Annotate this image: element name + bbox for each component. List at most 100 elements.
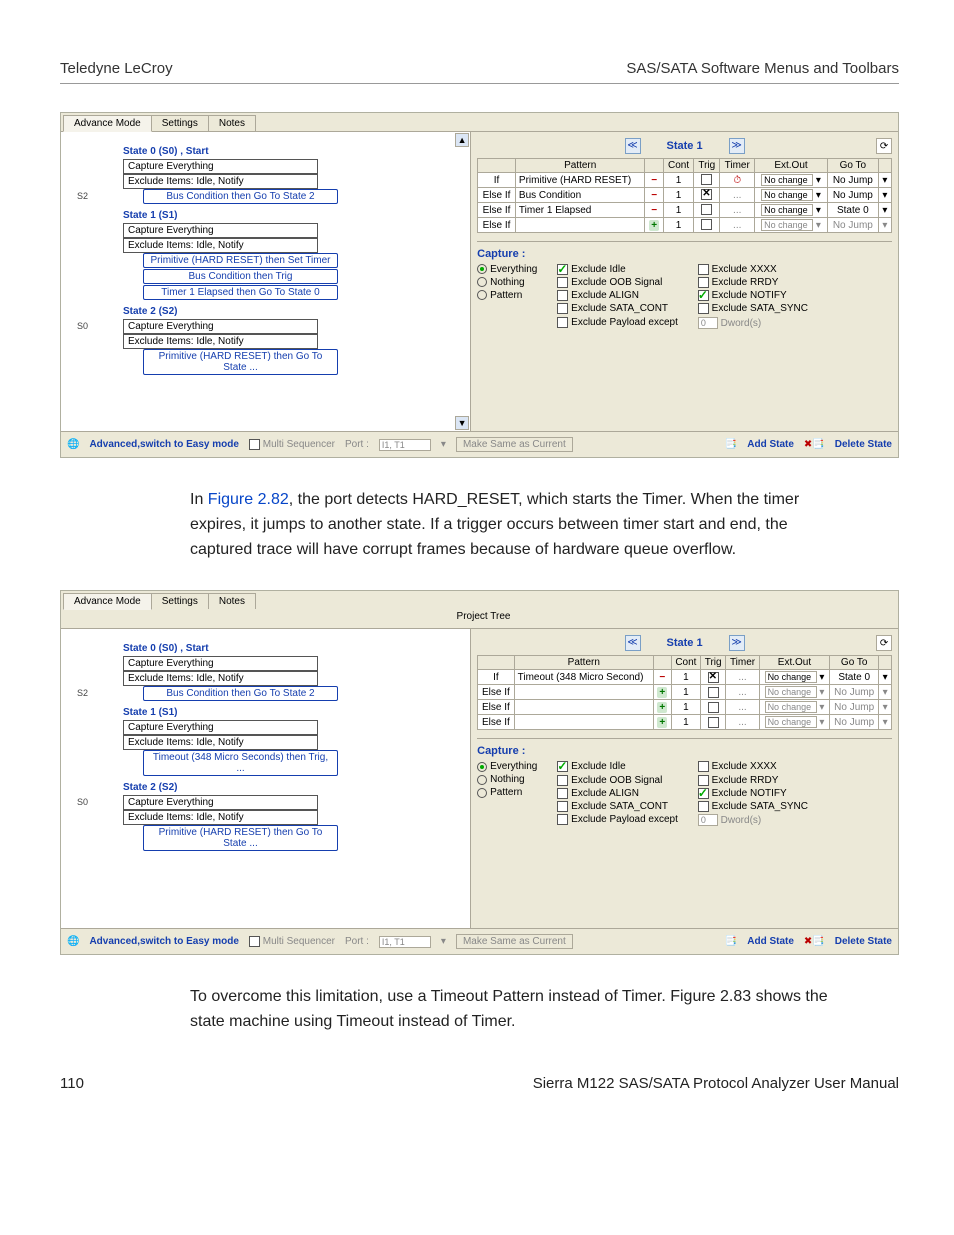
exclude-oob-checkbox-2[interactable]: [557, 775, 568, 786]
tab-notes[interactable]: Notes: [208, 115, 256, 131]
capture-pattern-radio-2[interactable]: [477, 788, 487, 798]
scroll-up-icon[interactable]: ▲: [455, 133, 469, 147]
exclude-notify-checkbox[interactable]: [698, 290, 709, 301]
scroll-down-icon[interactable]: ▼: [455, 416, 469, 430]
state-2-capture-2[interactable]: Capture Everything: [123, 795, 318, 810]
switch-mode-link[interactable]: Advanced,switch to Easy mode: [89, 439, 239, 450]
exclude-xxxx-checkbox[interactable]: [698, 264, 709, 275]
add-icon[interactable]: +: [657, 717, 667, 728]
trig-checkbox[interactable]: [701, 174, 712, 185]
next-state-button[interactable]: ≫: [729, 138, 745, 154]
exclude-satacont-checkbox[interactable]: [557, 303, 568, 314]
add-state-link-2[interactable]: Add State: [747, 936, 794, 947]
tab-advance-mode-2[interactable]: Advance Mode: [63, 593, 152, 610]
extout-select[interactable]: No change: [761, 174, 813, 186]
remove-icon[interactable]: −: [651, 190, 657, 201]
exclude-payload-checkbox[interactable]: [557, 317, 568, 328]
table-row[interactable]: Else If + 1 ... No change ▾ No Jump▾: [478, 685, 892, 700]
exclude-payload-checkbox-2[interactable]: [557, 814, 568, 825]
remove-icon[interactable]: −: [651, 175, 657, 186]
table-row[interactable]: If Timeout (348 Micro Second) − 1 ... No…: [478, 670, 892, 685]
state-2-exclude-2[interactable]: Exclude Items: Idle, Notify: [123, 810, 318, 825]
trig-checkbox[interactable]: [708, 702, 719, 713]
port-select-2[interactable]: I1, T1: [379, 936, 431, 948]
add-icon[interactable]: +: [657, 687, 667, 698]
state-1-capture-2[interactable]: Capture Everything: [123, 720, 318, 735]
table-row[interactable]: If Primitive (HARD RESET) − 1 ⏱ No chang…: [478, 173, 892, 188]
multi-sequencer-checkbox-2[interactable]: [249, 936, 260, 947]
state-0-capture-2[interactable]: Capture Everything: [123, 656, 318, 671]
state-0-exclude[interactable]: Exclude Items: Idle, Notify: [123, 174, 318, 189]
switch-mode-link-2[interactable]: Advanced,switch to Easy mode: [89, 936, 239, 947]
table-row[interactable]: Else If + 1 ... No change ▾ No Jump▾: [478, 218, 892, 233]
tab-settings[interactable]: Settings: [151, 115, 209, 131]
trig-checkbox[interactable]: [701, 219, 712, 230]
delete-state-link[interactable]: Delete State: [835, 439, 892, 450]
refresh-icon-2[interactable]: ⟳: [876, 635, 892, 651]
trig-checkbox[interactable]: [708, 717, 719, 728]
state-2-capture[interactable]: Capture Everything: [123, 319, 318, 334]
next-state-button-2[interactable]: ≫: [729, 635, 745, 651]
table-row[interactable]: Else If + 1 ... No change ▾ No Jump▾: [478, 700, 892, 715]
table-row[interactable]: Else If + 1 ... No change ▾ No Jump▾: [478, 715, 892, 730]
add-icon[interactable]: +: [657, 702, 667, 713]
state-1-action-1-2[interactable]: Timeout (348 Micro Seconds) then Trig, .…: [143, 750, 338, 776]
exclude-align-checkbox[interactable]: [557, 290, 568, 301]
exclude-idle-checkbox-2[interactable]: [557, 761, 568, 772]
state-0-action-1-2[interactable]: Bus Condition then Go To State 2: [143, 686, 338, 701]
state-2-exclude[interactable]: Exclude Items: Idle, Notify: [123, 334, 318, 349]
exclude-rrdy-checkbox-2[interactable]: [698, 775, 709, 786]
exclude-rrdy-checkbox[interactable]: [698, 277, 709, 288]
state-0-exclude-2[interactable]: Exclude Items: Idle, Notify: [123, 671, 318, 686]
trig-checkbox[interactable]: [708, 672, 719, 683]
capture-pattern-radio[interactable]: [477, 290, 487, 300]
exclude-xxxx-checkbox-2[interactable]: [698, 761, 709, 772]
remove-icon[interactable]: −: [659, 672, 665, 683]
timer-set-icon[interactable]: ⏱: [733, 175, 741, 186]
tab-advance-mode[interactable]: Advance Mode: [63, 115, 152, 132]
state-1-capture[interactable]: Capture Everything: [123, 223, 318, 238]
figure-ref-link[interactable]: Figure 2.82: [208, 491, 289, 508]
add-icon[interactable]: +: [649, 220, 659, 231]
exclude-oob-checkbox[interactable]: [557, 277, 568, 288]
refresh-icon[interactable]: ⟳: [876, 138, 892, 154]
exclude-notify-checkbox-2[interactable]: [698, 788, 709, 799]
multi-sequencer-checkbox[interactable]: [249, 439, 260, 450]
state-1-action-1[interactable]: Primitive (HARD RESET) then Set Timer: [143, 253, 338, 268]
exclude-satasync-checkbox-2[interactable]: [698, 801, 709, 812]
tab-settings-2[interactable]: Settings: [151, 593, 209, 609]
state-2-action-1-2[interactable]: Primitive (HARD RESET) then Go To State …: [143, 825, 338, 851]
exclude-idle-checkbox[interactable]: [557, 264, 568, 275]
table-row[interactable]: Else If Timer 1 Elapsed − 1 ... No chang…: [478, 203, 892, 218]
exclude-satacont-checkbox-2[interactable]: [557, 801, 568, 812]
tab-notes-2[interactable]: Notes: [208, 593, 256, 609]
dword-input-2[interactable]: 0: [698, 814, 718, 826]
prev-state-button[interactable]: ≪: [625, 138, 641, 154]
trig-checkbox[interactable]: [708, 687, 719, 698]
capture-everything-radio[interactable]: [477, 264, 487, 274]
state-1-exclude[interactable]: Exclude Items: Idle, Notify: [123, 238, 318, 253]
state-0-capture[interactable]: Capture Everything: [123, 159, 318, 174]
table-row[interactable]: Else If Bus Condition − 1 ... No change …: [478, 188, 892, 203]
state-0-action-1[interactable]: Bus Condition then Go To State 2: [143, 189, 338, 204]
dword-input[interactable]: 0: [698, 317, 718, 329]
add-state-link[interactable]: Add State: [747, 439, 794, 450]
prev-state-button-2[interactable]: ≪: [625, 635, 641, 651]
delete-state-link-2[interactable]: Delete State: [835, 936, 892, 947]
trig-checkbox[interactable]: [701, 204, 712, 215]
extout-select[interactable]: No change: [761, 189, 813, 201]
capture-everything-radio-2[interactable]: [477, 762, 487, 772]
state-2-action-1[interactable]: Primitive (HARD RESET) then Go To State …: [143, 349, 338, 375]
extout-select[interactable]: No change: [765, 671, 817, 683]
exclude-align-checkbox-2[interactable]: [557, 788, 568, 799]
state-1-exclude-2[interactable]: Exclude Items: Idle, Notify: [123, 735, 318, 750]
state-1-action-3[interactable]: Timer 1 Elapsed then Go To State 0: [143, 285, 338, 300]
extout-select[interactable]: No change: [761, 204, 813, 216]
make-same-button-2[interactable]: Make Same as Current: [456, 934, 573, 949]
trig-checkbox[interactable]: [701, 189, 712, 200]
capture-nothing-radio[interactable]: [477, 277, 487, 287]
port-select[interactable]: I1, T1: [379, 439, 431, 451]
state-1-action-2[interactable]: Bus Condition then Trig: [143, 269, 338, 284]
exclude-satasync-checkbox[interactable]: [698, 303, 709, 314]
remove-icon[interactable]: −: [651, 205, 657, 216]
